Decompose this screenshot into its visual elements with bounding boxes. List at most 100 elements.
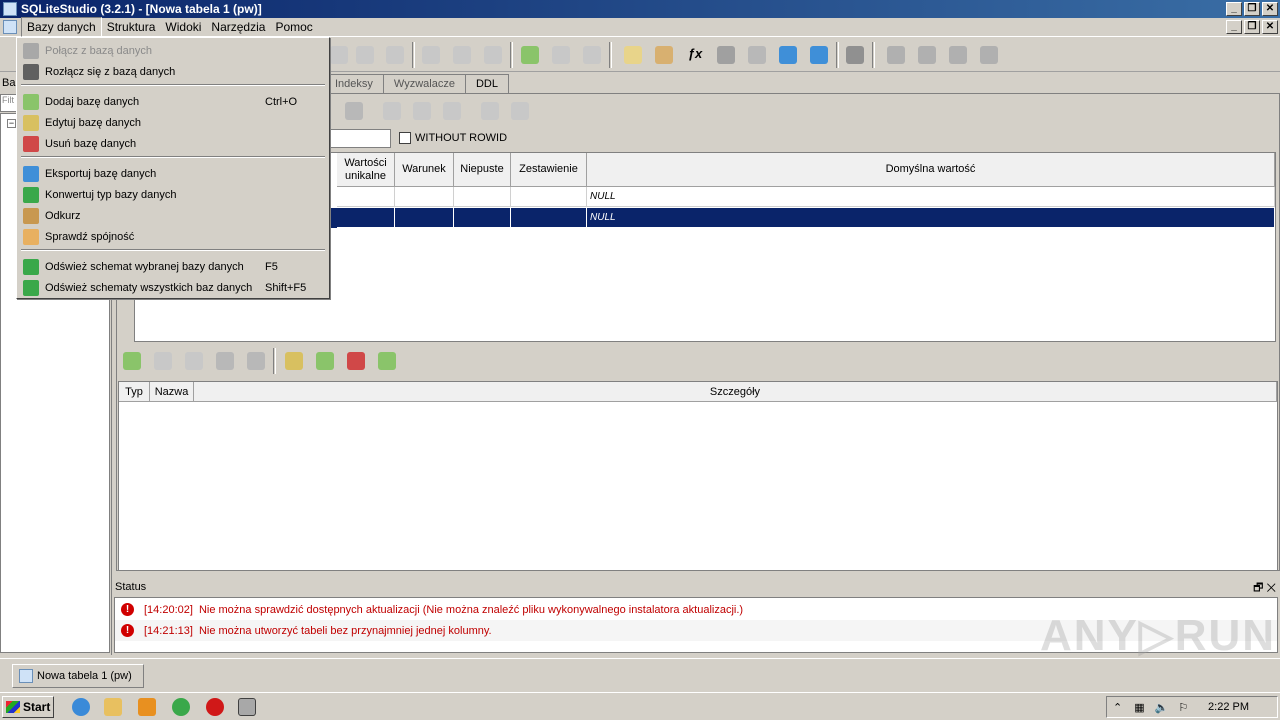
constraints-header-details[interactable]: Szczegóły <box>194 382 1277 402</box>
mdi-restore-button[interactable]: ❐ <box>1244 20 1260 34</box>
constraints-header-type[interactable]: Typ <box>119 382 150 402</box>
column-toolbar-icon[interactable] <box>383 102 401 120</box>
undo-icon[interactable] <box>511 102 529 120</box>
primary-key-icon[interactable] <box>285 352 303 370</box>
menu-narzedzia[interactable]: Narzędzia <box>206 18 270 36</box>
minimize-button[interactable]: _ <box>1226 2 1242 16</box>
table-add-icon[interactable] <box>521 46 539 64</box>
column-header-collate[interactable]: Zestawienie <box>511 153 587 187</box>
grid-cell[interactable] <box>395 187 454 207</box>
gear-icon[interactable] <box>422 46 440 64</box>
menu-item-export-database[interactable]: Eksportuj bazę danych <box>19 163 327 184</box>
tab-wyzwalacze[interactable]: Wyzwalacze <box>382 74 466 93</box>
menu-item-connect[interactable]: Połącz z bazą danych <box>19 40 327 61</box>
mdi-close-button[interactable]: ✕ <box>1262 20 1278 34</box>
menu-item-disconnect[interactable]: Rozłącz się z bazą danych <box>19 61 327 82</box>
add-constraint-icon[interactable] <box>123 352 141 370</box>
move-up-icon[interactable] <box>216 352 234 370</box>
delete-constraint-icon[interactable] <box>185 352 203 370</box>
file-explorer-icon[interactable] <box>104 698 122 716</box>
wrench-icon[interactable] <box>846 46 864 64</box>
tab-indeksy[interactable]: Indeksy <box>324 74 384 93</box>
constraints-grid[interactable]: Typ Nazwa Szczegóły <box>118 381 1278 571</box>
start-button[interactable]: Start <box>2 696 54 718</box>
table-delete-icon[interactable] <box>583 46 601 64</box>
mdi-minimize-button[interactable]: _ <box>1226 20 1242 34</box>
check-constraint-icon[interactable] <box>378 352 396 370</box>
column-header-default[interactable]: Domyślna wartość <box>587 153 1275 187</box>
menu-item-refresh-all-schemas[interactable]: Odśwież schematy wszystkich baz danych S… <box>19 277 327 298</box>
chrome-icon[interactable] <box>172 698 190 716</box>
export-icon[interactable] <box>810 46 828 64</box>
menu-pomoc[interactable]: Pomoc <box>270 18 317 36</box>
status-panel-controls[interactable]: 🗗 ✕ <box>1253 579 1276 598</box>
network-icon[interactable]: ▦ <box>1134 701 1144 714</box>
column-header-check[interactable]: Warunek <box>395 153 454 187</box>
link-icon[interactable] <box>330 46 348 64</box>
default-value-cell[interactable]: NULL <box>587 208 1275 228</box>
detach-icon[interactable] <box>386 46 404 64</box>
grid-cell[interactable] <box>454 187 511 207</box>
move-down-icon[interactable] <box>345 102 363 120</box>
action-center-flag-icon[interactable]: ⚐ <box>1178 701 1188 714</box>
tray-expand-icon[interactable]: ⌃ <box>1113 701 1122 714</box>
cascade-windows-icon[interactable] <box>980 46 998 64</box>
column-toolbar-icon[interactable] <box>481 102 499 120</box>
menu-widoki[interactable]: Widoki <box>160 18 206 36</box>
menu-item-edit-database[interactable]: Edytuj bazę danych <box>19 112 327 133</box>
internet-explorer-icon[interactable] <box>72 698 90 716</box>
menu-item-add-database[interactable]: Dodaj bazę danych Ctrl+O <box>19 91 327 112</box>
menu-bazy-danych[interactable]: Bazy danych <box>21 17 102 37</box>
column-toolbar-icon[interactable] <box>443 102 461 120</box>
restore-button[interactable]: ❐ <box>1244 2 1260 16</box>
grid-cell[interactable] <box>337 187 395 207</box>
grid-cell[interactable] <box>454 208 511 228</box>
column-header-unique[interactable]: Wartości unikalne <box>337 153 395 187</box>
grid-cell[interactable] <box>511 208 587 228</box>
opera-icon[interactable] <box>206 698 224 716</box>
menu-item-convert-database[interactable]: Konwertuj typ bazy danych <box>19 184 327 205</box>
tile-horizontal-icon[interactable] <box>949 46 967 64</box>
without-rowid-checkbox[interactable] <box>399 132 411 144</box>
menu-item-refresh-schema[interactable]: Odśwież schemat wybranej bazy danych F5 <box>19 256 327 277</box>
mdi-window-icon[interactable] <box>3 20 17 34</box>
column-toolbar-icon[interactable] <box>413 102 431 120</box>
menu-struktura[interactable]: Struktura <box>102 18 161 36</box>
default-value-cell[interactable]: NULL <box>587 187 1275 207</box>
refresh-schema-icon <box>23 258 39 275</box>
tile-vertical-icon[interactable] <box>918 46 936 64</box>
foreign-key-icon[interactable] <box>316 352 334 370</box>
import-icon[interactable] <box>779 46 797 64</box>
menu-item-vacuum[interactable]: Odkurz <box>19 205 327 226</box>
grid-cell[interactable] <box>337 208 395 228</box>
edit-constraint-icon[interactable] <box>154 352 172 370</box>
media-player-icon[interactable] <box>138 698 156 716</box>
history-icon[interactable] <box>655 46 673 64</box>
bazy-danych-menu: Połącz z bazą danych Rozłącz się z bazą … <box>16 37 330 299</box>
sqlitestudio-app-icon[interactable] <box>3 2 17 16</box>
extensions-icon[interactable] <box>748 46 766 64</box>
collations-icon[interactable] <box>717 46 735 64</box>
volume-icon[interactable]: 🔈 <box>1155 701 1169 714</box>
menu-item-delete-database[interactable]: Usuń bazę danych <box>19 133 327 154</box>
tab-ddl[interactable]: DDL <box>464 74 509 93</box>
close-button[interactable]: ✕ <box>1262 2 1278 16</box>
clock[interactable]: 2:22 PM <box>1208 701 1249 713</box>
grid-cell[interactable] <box>395 208 454 228</box>
window-task-nowa-tabela[interactable]: Nowa tabela 1 (pw) <box>12 664 144 688</box>
table-edit-icon[interactable] <box>552 46 570 64</box>
unique-constraint-icon[interactable] <box>347 352 365 370</box>
gear-add-icon[interactable] <box>453 46 471 64</box>
constraints-header-name[interactable]: Nazwa <box>150 382 194 402</box>
tree-expander-icon[interactable]: − <box>7 119 16 128</box>
functions-icon[interactable]: ƒx <box>686 46 704 64</box>
sqlitestudio-taskbar-icon[interactable] <box>238 698 256 716</box>
attach-icon[interactable] <box>356 46 374 64</box>
column-header-not-null[interactable]: Niepuste <box>454 153 511 187</box>
grid-cell[interactable] <box>511 187 587 207</box>
menu-item-integrity-check[interactable]: Sprawdź spójność <box>19 226 327 247</box>
tile-windows-icon[interactable] <box>887 46 905 64</box>
sql-editor-icon[interactable] <box>624 46 642 64</box>
move-down-icon[interactable] <box>247 352 265 370</box>
gear-remove-icon[interactable] <box>484 46 502 64</box>
